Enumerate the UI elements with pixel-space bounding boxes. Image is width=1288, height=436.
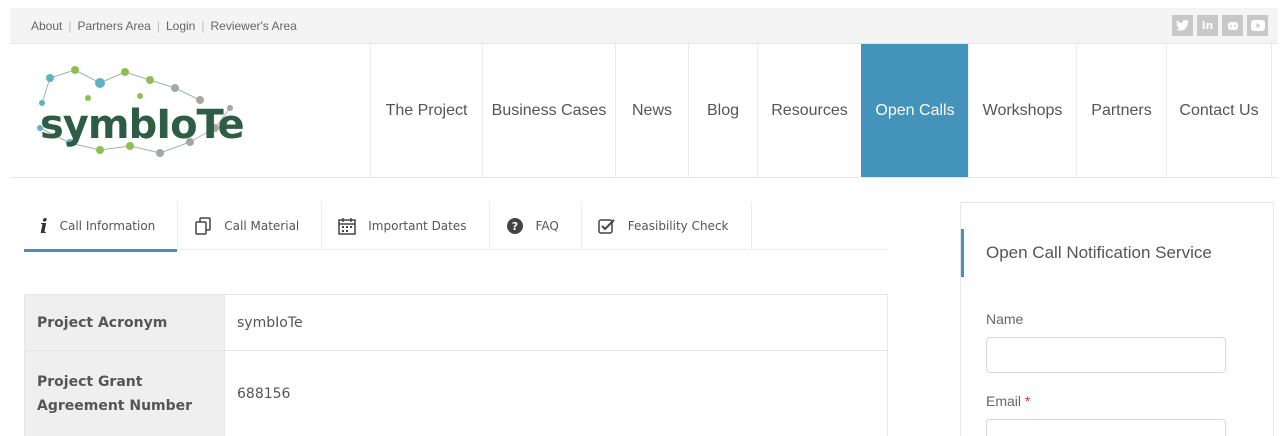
tab-label: Call Information	[59, 219, 156, 233]
top-bar: About | Partners Area | Login | Reviewer…	[10, 8, 1278, 44]
top-links: About | Partners Area | Login | Reviewer…	[31, 8, 297, 44]
tab-label: Important Dates	[368, 219, 467, 233]
svg-text:?: ?	[511, 220, 517, 233]
divider: |	[156, 19, 160, 33]
tab-label: Call Material	[224, 219, 300, 233]
github-icon[interactable]	[1222, 15, 1243, 36]
table-row: Project Grant Agreement Number 688156	[24, 350, 888, 436]
tab-feasibility-check[interactable]: Feasibility Check	[582, 202, 752, 250]
nav-the-project[interactable]: The Project	[370, 44, 482, 177]
name-label: Name	[986, 311, 1024, 327]
table-key: Project Grant Agreement Number	[24, 350, 225, 436]
tab-call-material[interactable]: Call Material	[178, 202, 323, 250]
site-header: symbIoTe The Project Business Cases News…	[10, 44, 1278, 178]
nav-business-cases[interactable]: Business Cases	[482, 44, 615, 177]
linkedin-icon[interactable]: in	[1197, 15, 1218, 36]
title-accent-bar	[961, 229, 964, 277]
table-value: symbIoTe	[224, 294, 888, 351]
info-icon: i	[40, 214, 48, 238]
checkbox-icon	[598, 217, 616, 235]
login-link[interactable]: Login	[166, 19, 195, 33]
social-links: in	[1172, 15, 1268, 36]
email-label: Email *	[986, 393, 1030, 409]
twitter-icon[interactable]	[1172, 15, 1193, 36]
nav-open-calls[interactable]: Open Calls	[861, 44, 968, 177]
table-value: 688156	[224, 350, 888, 436]
logo-text: symbIoTe	[40, 102, 245, 148]
table-key: Project Acronym	[24, 294, 225, 351]
tab-faq[interactable]: ? FAQ	[490, 202, 582, 250]
nav-workshops[interactable]: Workshops	[968, 44, 1076, 177]
partners-area-link[interactable]: Partners Area	[77, 19, 150, 33]
call-tabs: i Call Information Call Material Importa…	[24, 202, 888, 252]
nav-blog[interactable]: Blog	[688, 44, 757, 177]
nav-contact-us[interactable]: Contact Us	[1166, 44, 1272, 177]
tab-label: FAQ	[535, 219, 559, 233]
main-nav: The Project Business Cases News Blog Res…	[370, 44, 1272, 177]
table-row: Project Acronym symbIoTe	[24, 294, 888, 351]
call-info-table: Project Acronym symbIoTe Project Grant A…	[24, 294, 888, 436]
nav-partners[interactable]: Partners	[1076, 44, 1166, 177]
question-icon: ?	[506, 217, 524, 235]
about-link[interactable]: About	[31, 19, 62, 33]
email-label-text: Email	[986, 393, 1022, 409]
email-field[interactable]	[986, 419, 1226, 436]
notification-service-widget: Open Call Notification Service Name Emai…	[960, 202, 1274, 436]
divider: |	[201, 19, 205, 33]
tab-label: Feasibility Check	[627, 219, 729, 233]
documents-icon	[194, 217, 212, 235]
nav-resources[interactable]: Resources	[757, 44, 861, 177]
required-mark: *	[1024, 393, 1031, 409]
nav-news[interactable]: News	[615, 44, 688, 177]
widget-title: Open Call Notification Service	[986, 243, 1212, 262]
name-field[interactable]	[986, 337, 1226, 373]
symbiote-logo[interactable]: symbIoTe	[30, 58, 250, 163]
reviewers-area-link[interactable]: Reviewer's Area	[210, 19, 296, 33]
divider: |	[68, 19, 72, 33]
tab-important-dates[interactable]: Important Dates	[322, 202, 490, 250]
tab-call-information[interactable]: i Call Information	[24, 202, 179, 252]
youtube-icon[interactable]	[1247, 15, 1268, 36]
calendar-icon	[338, 217, 357, 235]
